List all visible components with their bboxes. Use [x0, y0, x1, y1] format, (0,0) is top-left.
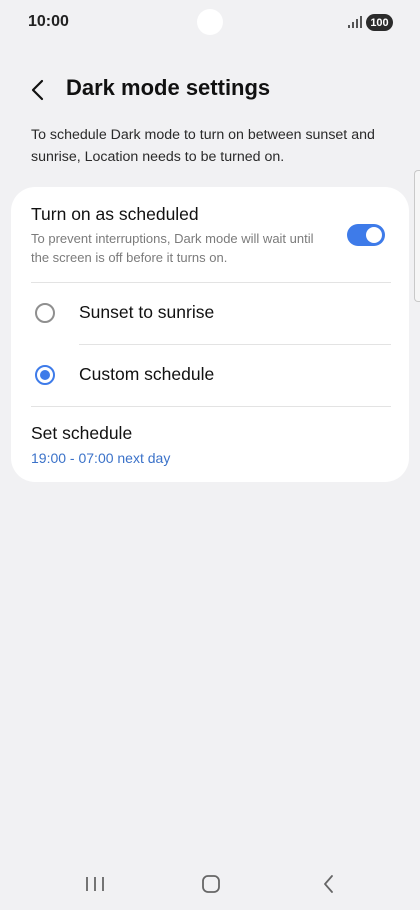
radio-sunset-to-sunrise[interactable]	[35, 303, 55, 323]
option-label: Custom schedule	[79, 364, 215, 384]
back-icon	[324, 875, 333, 893]
home-button[interactable]	[200, 872, 222, 896]
radio-selected-dot	[40, 370, 50, 380]
settings-card: Turn on as scheduled To prevent interrup…	[11, 187, 409, 482]
set-schedule-row[interactable]: Set schedule 19:00 - 07:00 next day	[11, 407, 409, 482]
option-label: Sunset to sunrise	[79, 302, 215, 322]
status-time: 10:00	[28, 13, 69, 30]
radio-custom-schedule[interactable]	[35, 365, 55, 385]
header: Dark mode settings	[0, 70, 420, 110]
signal-icon	[348, 16, 362, 28]
nav-back-button[interactable]	[318, 872, 340, 896]
option-custom-schedule[interactable]: Custom schedule	[11, 345, 409, 407]
chevron-left-icon	[31, 79, 44, 101]
toggle-knob	[366, 227, 382, 243]
option-sunset-to-sunrise[interactable]: Sunset to sunrise	[11, 283, 409, 345]
turn-on-scheduled-title: Turn on as scheduled	[31, 204, 199, 224]
page-title: Dark mode settings	[66, 75, 271, 100]
home-icon	[202, 875, 220, 893]
recent-apps-button[interactable]	[84, 872, 106, 896]
navigation-bar	[0, 860, 420, 910]
intro-text: To schedule Dark mode to turn on between…	[31, 127, 375, 165]
set-schedule-value: 19:00 - 07:00 next day	[31, 450, 171, 466]
schedule-toggle[interactable]	[347, 224, 385, 246]
edge-panel-handle[interactable]	[414, 170, 420, 302]
status-bar: 10:00 100	[0, 0, 420, 44]
turn-on-scheduled-row[interactable]: Turn on as scheduled To prevent interrup…	[11, 187, 409, 282]
set-schedule-title: Set schedule	[31, 423, 133, 443]
battery-icon: 100	[366, 14, 393, 31]
recent-apps-icon	[86, 877, 104, 891]
camera-cutout	[197, 9, 223, 35]
turn-on-scheduled-description: To prevent interruptions, Dark mode will…	[31, 231, 314, 265]
back-button[interactable]	[26, 76, 52, 104]
battery-level: 100	[370, 16, 389, 29]
